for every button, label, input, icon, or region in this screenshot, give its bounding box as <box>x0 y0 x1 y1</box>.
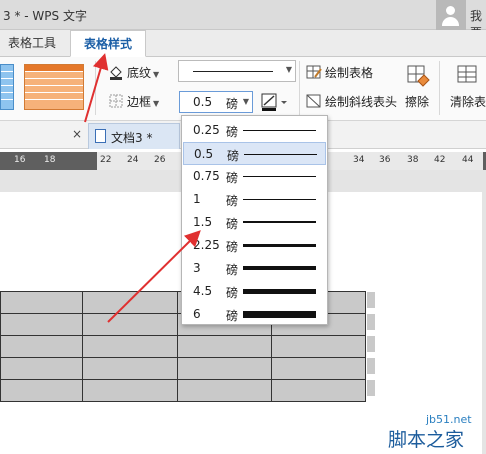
watermark-logo: 脚本之家 <box>388 429 465 451</box>
annotation-arrow-to-tab <box>84 53 109 123</box>
annotation-arrow-to-option <box>107 230 201 323</box>
annotation-arrows <box>84 53 201 323</box>
